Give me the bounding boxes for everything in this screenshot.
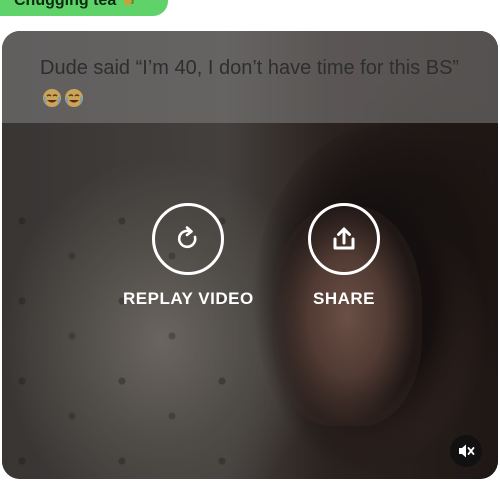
video-card[interactable]: Dude said “I’m 40, I don’t have time for… (2, 31, 498, 479)
replay-video-button[interactable]: REPLAY VIDEO (123, 203, 254, 309)
post-caption-text: Dude said “I’m 40, I don’t have time for… (40, 57, 460, 79)
muted-speaker-icon (459, 444, 475, 458)
replay-icon (178, 226, 197, 249)
post-caption: Dude said “I’m 40, I don’t have time for… (40, 53, 460, 113)
share-circle[interactable] (308, 203, 380, 275)
share-icon (333, 227, 355, 250)
topic-tag-label: Chugging tea (14, 0, 117, 9)
crying-laughing-emoji-icon (43, 89, 61, 107)
replay-video-label: REPLAY VIDEO (123, 289, 254, 308)
share-button[interactable]: SHARE (308, 203, 380, 309)
mute-toggle-button[interactable] (450, 435, 482, 467)
tea-icon (124, 0, 134, 5)
replay-circle[interactable] (152, 203, 225, 275)
share-label: SHARE (312, 289, 375, 308)
crying-laughing-emoji-icon (65, 89, 83, 107)
topic-tag[interactable]: Chugging tea (0, 0, 168, 16)
